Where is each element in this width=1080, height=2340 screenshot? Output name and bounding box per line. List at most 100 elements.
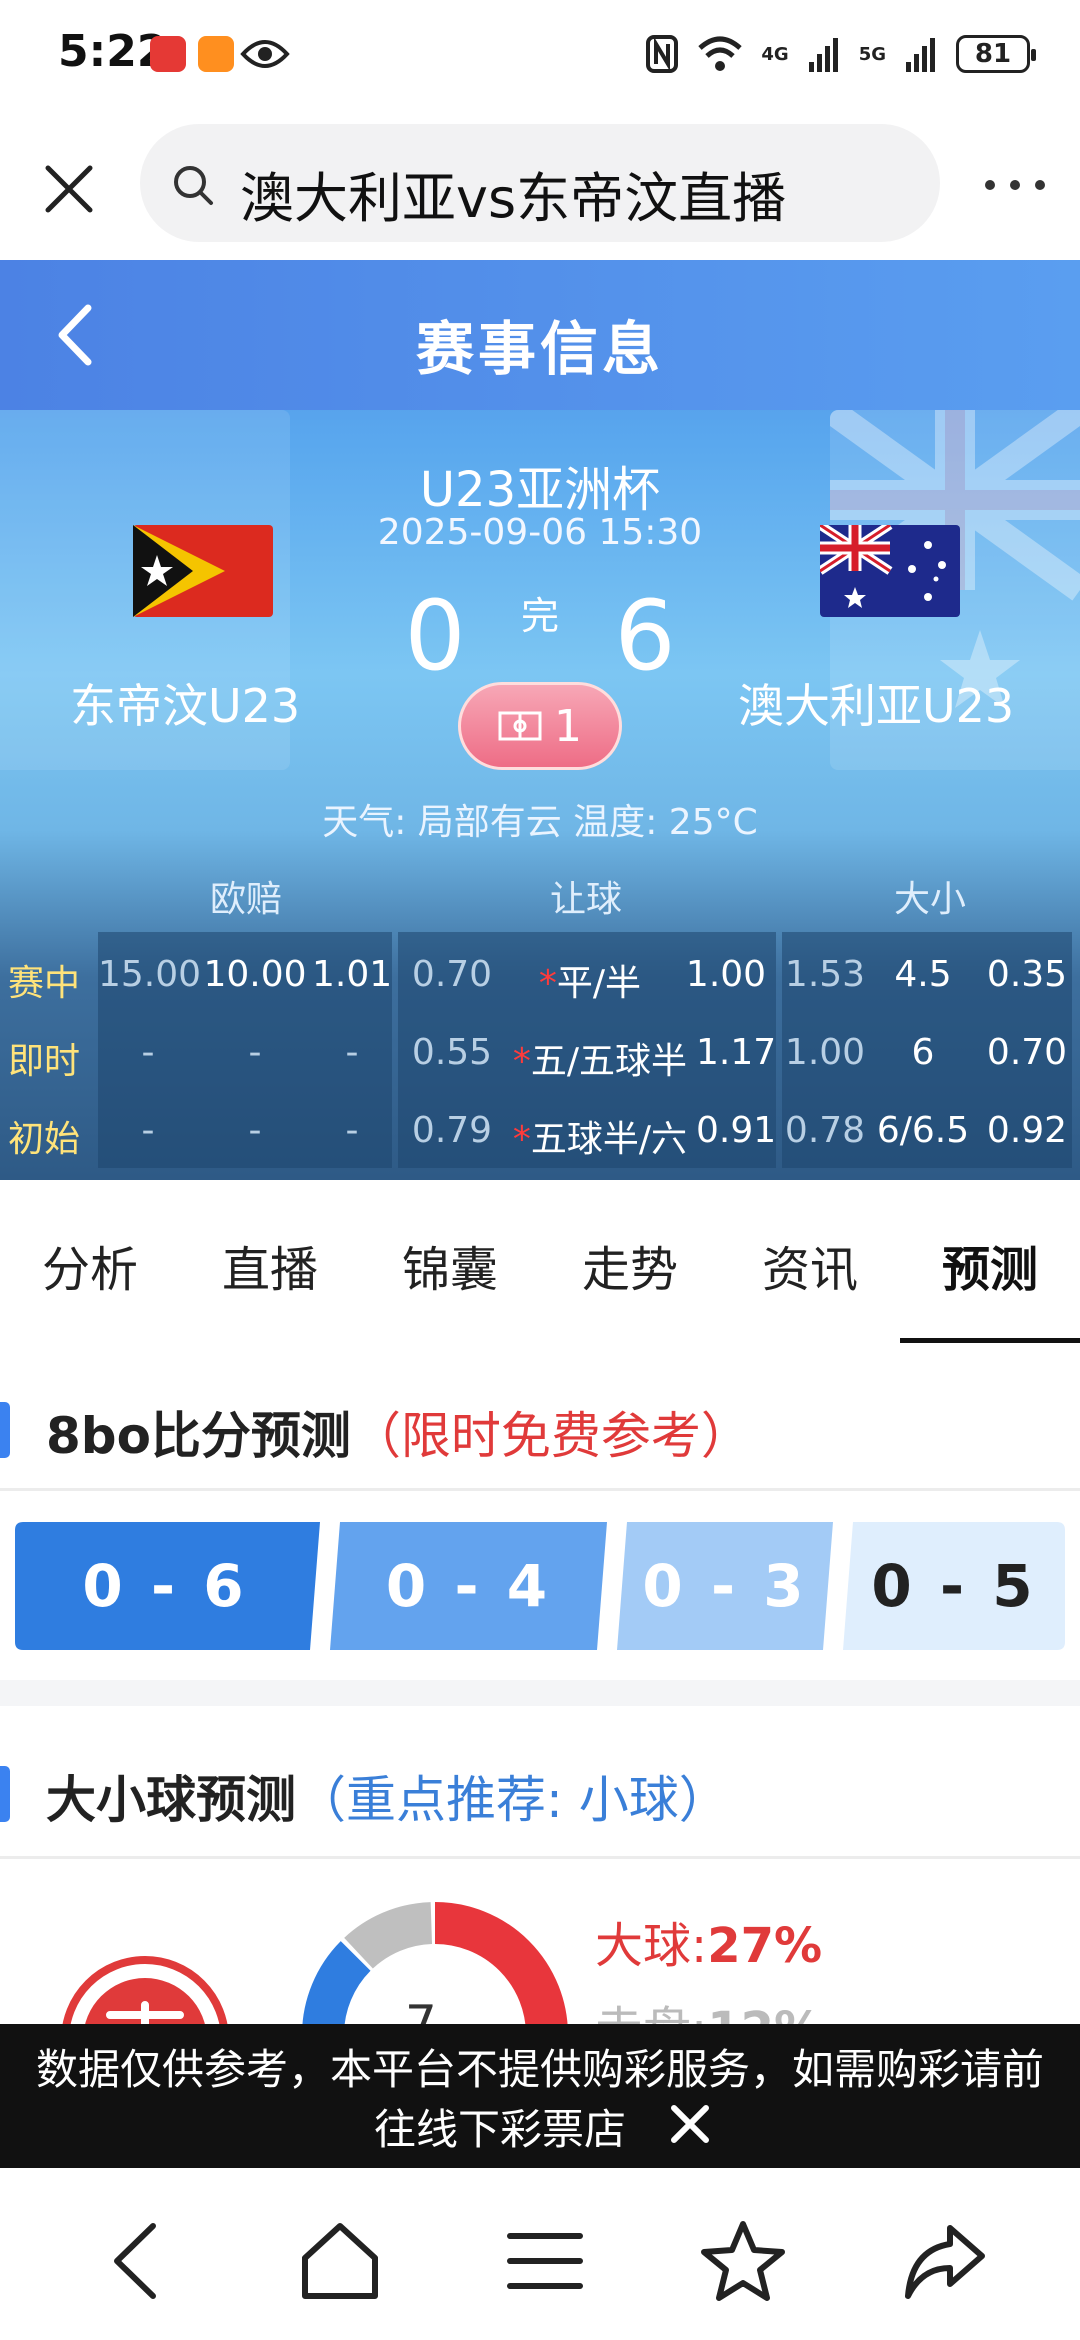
network-4g-label: 4G xyxy=(761,43,789,65)
disclaimer-banner: 数据仅供参考，本平台不提供购彩服务，如需购彩请前 往线下彩票店 xyxy=(0,2024,1080,2168)
status-bar: 5:22 4G 5G 81 xyxy=(0,0,1080,110)
signal-icon xyxy=(808,38,838,72)
active-tab-indicator xyxy=(900,1338,1080,1343)
nfc-icon xyxy=(646,35,679,73)
network-5g-label: 5G xyxy=(858,43,886,65)
more-icon[interactable] xyxy=(980,170,1050,200)
odds-cell: - xyxy=(345,1110,359,1151)
predicted-score: 0 - 5 xyxy=(871,1552,1037,1620)
score-prediction-title: 8bo比分预测 xyxy=(46,1407,351,1465)
odds-header-handicap: 让球 xyxy=(549,879,622,920)
search-input[interactable]: 澳大利亚vs东帝汶直播 xyxy=(140,124,940,242)
disclaimer-line-1: 数据仅供参考，本平台不提供购彩服务，如需购彩请前 xyxy=(35,2045,1044,2094)
tab-prediction[interactable]: 预测 xyxy=(920,1230,1060,1300)
odds-cell: 1.01 xyxy=(312,954,393,995)
odds-star: * xyxy=(512,1041,531,1082)
odds-handicap-line: 五/五球半 xyxy=(530,1041,688,1082)
odds-row-label: 初始 xyxy=(8,1119,81,1160)
menu-icon[interactable] xyxy=(500,2216,590,2306)
odds-cell: *五/五球半 xyxy=(500,1032,700,1084)
browser-bottom-nav xyxy=(0,2168,1080,2340)
odds-cell: 0.55 xyxy=(411,1032,493,1073)
match-status: 完 xyxy=(520,594,559,638)
odds-cell: 0.92 xyxy=(986,1110,1068,1151)
odds-star: * xyxy=(538,963,557,1004)
search-icon xyxy=(174,166,213,205)
odds-cell: 0.35 xyxy=(986,954,1068,995)
section-accent-bar xyxy=(0,1402,10,1458)
page-title: 赛事信息 xyxy=(415,315,664,383)
predicted-score: 0 - 6 xyxy=(82,1552,248,1620)
disclaimer-line-2: 往线下彩票店 xyxy=(0,2096,1080,2157)
tab-bar: 分析 直播 锦囊 走势 资讯 预测 xyxy=(0,1180,1080,1343)
section-title: 8bo比分预测（限时免费参考） xyxy=(46,1396,751,1468)
odds-cell: *平/半 xyxy=(500,954,680,1006)
big-ball-pct: 27% xyxy=(707,1918,823,1974)
home-icon[interactable] xyxy=(295,2216,385,2306)
match-hero: 赛事信息 U23亚洲杯 2025-09-06 15:30 0 完 6 1 东帝汶… xyxy=(0,260,1080,1180)
tab-trend[interactable]: 走势 xyxy=(560,1230,700,1300)
odds-cell: 1.00 xyxy=(685,954,767,995)
odds-cell: - xyxy=(248,1032,262,1073)
odds-cell: 6 xyxy=(911,1032,935,1073)
big-ball-label: 大球: xyxy=(595,1918,708,1974)
battery-indicator: 81 xyxy=(956,35,1036,73)
tab-live[interactable]: 直播 xyxy=(200,1230,340,1300)
odds-cell: 0.70 xyxy=(411,954,493,995)
odds-cell: 1.53 xyxy=(784,954,866,995)
odds-cell: 10.00 xyxy=(203,954,307,995)
live-count: 1 xyxy=(554,700,582,752)
close-banner-icon[interactable] xyxy=(668,2102,712,2146)
away-team-name: 澳大利亚U23 xyxy=(738,679,1015,733)
eye-icon xyxy=(240,40,290,68)
big-ball-stat: 大球:27% xyxy=(595,1906,822,1976)
ou-prediction-title: 大小球预测 xyxy=(46,1771,296,1829)
notification-app-icon xyxy=(198,36,234,72)
australia-flag xyxy=(820,525,960,617)
odds-handicap-line: 五球半/六 xyxy=(530,1119,688,1160)
live-video-button[interactable]: 1 xyxy=(458,682,622,770)
away-score: 6 xyxy=(614,580,676,692)
tab-tips[interactable]: 锦囊 xyxy=(380,1230,520,1300)
odds-cell: 6/6.5 xyxy=(876,1110,970,1151)
back-arrow-icon[interactable] xyxy=(95,2216,185,2306)
odds-cell: 0.79 xyxy=(411,1110,493,1151)
pitch-icon xyxy=(498,711,542,741)
odds-row-label: 即时 xyxy=(8,1041,81,1082)
odds-table: 欧赔 让球 大小 赛中 15.00 10.00 1.01 0.70 *平/半 1… xyxy=(0,860,1080,1180)
disclaimer-line-2-text: 往线下彩票店 xyxy=(373,2105,626,2154)
wifi-icon xyxy=(698,36,743,71)
star-icon[interactable] xyxy=(698,2216,788,2306)
odds-cell: 1.00 xyxy=(784,1032,866,1073)
home-score: 0 xyxy=(404,580,466,692)
odds-cell: 4.5 xyxy=(894,954,952,995)
odds-row-label: 赛中 xyxy=(8,963,81,1004)
share-icon[interactable] xyxy=(900,2216,990,2306)
odds-cell: - xyxy=(141,1110,155,1151)
section-accent-bar xyxy=(0,1766,10,1822)
odds-cell: - xyxy=(345,1032,359,1073)
odds-cell: 0.91 xyxy=(696,1110,777,1151)
search-query: 澳大利亚vs东帝汶直播 xyxy=(240,167,787,230)
timor-leste-flag xyxy=(133,525,273,617)
predicted-score: 0 - 4 xyxy=(385,1552,552,1620)
odds-cell: 0.70 xyxy=(986,1032,1068,1073)
odds-header-eu: 欧赔 xyxy=(209,879,282,920)
ou-prediction-note: （重点推荐: 小球） xyxy=(296,1771,729,1829)
tab-analysis[interactable]: 分析 xyxy=(20,1230,160,1300)
predicted-score: 0 - 3 xyxy=(642,1552,808,1620)
divider xyxy=(0,1488,1080,1491)
score-prediction-note: （限时免费参考） xyxy=(350,1407,751,1465)
odds-cell: - xyxy=(141,1032,155,1073)
divider xyxy=(0,1856,1080,1859)
section-gap xyxy=(0,1680,1080,1706)
signal-icon xyxy=(906,38,935,72)
close-icon[interactable] xyxy=(40,160,98,218)
tab-news[interactable]: 资讯 xyxy=(740,1230,880,1300)
odds-header-overunder: 大小 xyxy=(893,879,966,920)
odds-cell: 0.78 xyxy=(784,1110,866,1151)
status-icons: 4G 5G 81 xyxy=(645,30,1036,78)
search-row: 澳大利亚vs东帝汶直播 xyxy=(0,110,1080,260)
odds-cell: *五球半/六 xyxy=(500,1110,700,1162)
odds-cell: - xyxy=(248,1110,262,1151)
